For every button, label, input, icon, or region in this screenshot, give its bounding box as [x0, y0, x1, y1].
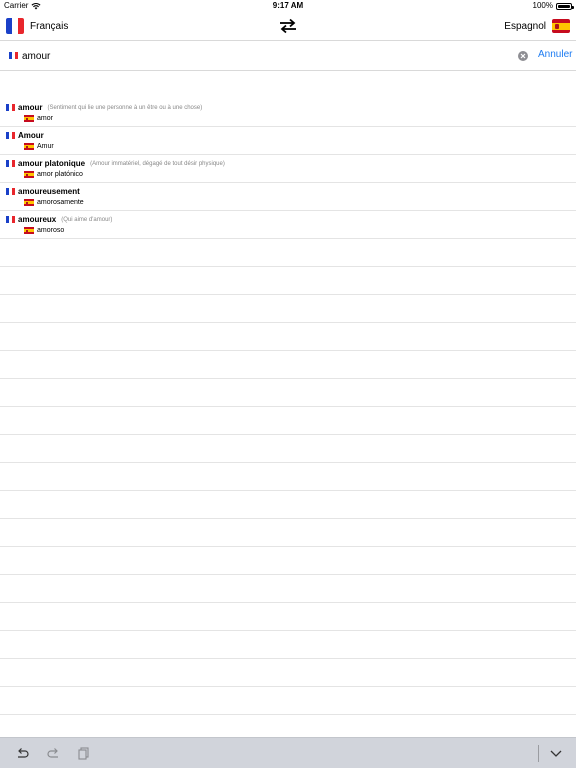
source-entry: amour (Sentiment qui lie une personne à … — [6, 103, 202, 112]
empty-row — [0, 687, 576, 715]
translation-entry: amoroso — [24, 227, 64, 234]
search-bar: Annuler — [0, 41, 576, 71]
empty-row — [0, 491, 576, 519]
source-language-label: Français — [30, 20, 69, 32]
undo-icon[interactable] — [16, 746, 30, 760]
spain-flag-icon — [552, 19, 570, 33]
cancel-button[interactable]: Annuler — [538, 49, 572, 60]
translation-entry: amor — [24, 115, 53, 122]
status-time: 9:17 AM — [272, 1, 304, 10]
spain-flag-icon — [24, 227, 34, 234]
list-item[interactable]: amour (Sentiment qui lie une personne à … — [0, 99, 576, 127]
clear-circle-icon[interactable] — [518, 51, 528, 61]
translation-entry: amor platónico — [24, 171, 83, 178]
empty-row — [0, 379, 576, 407]
entry-word: Amour — [18, 131, 44, 140]
entry-word: amour — [18, 103, 43, 112]
france-flag-icon — [9, 52, 18, 59]
empty-row — [0, 407, 576, 435]
battery-icon — [556, 2, 574, 10]
translation-entry: amorosamente — [24, 199, 84, 206]
empty-row — [0, 435, 576, 463]
swap-arrows-icon[interactable] — [279, 17, 297, 35]
spain-flag-icon — [24, 199, 34, 206]
source-entry: amoureusement — [6, 187, 85, 196]
source-language-button[interactable]: Français — [6, 16, 68, 36]
paste-icon[interactable] — [77, 746, 91, 760]
entry-word: amoureusement — [18, 187, 80, 196]
close-icon — [520, 53, 526, 59]
france-flag-icon — [6, 188, 15, 195]
entry-gloss: (Amour immatériel, dégagé de tout désir … — [90, 160, 225, 167]
spain-flag-icon — [24, 171, 34, 178]
entry-translation: amor platónico — [37, 171, 83, 178]
language-bar: Français Espagnol — [0, 12, 576, 41]
source-entry: amoureux (Qui aime d'amour) — [6, 215, 112, 224]
app-window: Carrier 9:17 AM 100% Français Espagnol a… — [0, 0, 576, 768]
empty-row — [0, 547, 576, 575]
entry-word: amour platonique — [18, 159, 86, 168]
entry-translation: amoroso — [37, 227, 65, 234]
empty-row — [0, 295, 576, 323]
entry-translation: amorosamente — [37, 199, 84, 206]
status-bar: Carrier 9:17 AM 100% — [0, 0, 576, 12]
search-input[interactable] — [22, 48, 502, 64]
entry-word: amoureux — [18, 215, 57, 224]
keyboard-toolbar — [0, 737, 576, 768]
empty-row — [0, 519, 576, 547]
status-right: 100% — [532, 0, 574, 12]
spain-flag-icon — [24, 143, 34, 150]
chevron-down-icon[interactable] — [549, 746, 563, 760]
entry-translation: Amur — [37, 143, 54, 150]
list-item[interactable]: amoureusement amorosamente — [0, 183, 576, 211]
target-language-button[interactable]: Espagnol — [504, 16, 570, 36]
list-item[interactable]: amour platonique (Amour immatériel, déga… — [0, 155, 576, 183]
empty-row — [0, 323, 576, 351]
list-item[interactable]: amoureux (Qui aime d'amour) amoroso — [0, 211, 576, 239]
empty-row — [0, 463, 576, 491]
translation-entry: Amur — [24, 143, 54, 150]
results-list: amour (Sentiment qui lie une personne à … — [0, 99, 576, 715]
entry-gloss: (Qui aime d'amour) — [61, 216, 113, 223]
france-flag-icon — [6, 160, 15, 167]
france-flag-icon — [6, 132, 15, 139]
entry-translation: amor — [37, 115, 53, 122]
france-flag-icon — [6, 216, 15, 223]
source-entry: amour platonique (Amour immatériel, déga… — [6, 159, 225, 168]
empty-row — [0, 351, 576, 379]
spain-flag-icon — [24, 115, 34, 122]
empty-row — [0, 631, 576, 659]
empty-row — [0, 267, 576, 295]
france-flag-icon — [6, 104, 15, 111]
france-flag-icon — [6, 18, 24, 34]
redo-icon[interactable] — [46, 746, 60, 760]
list-item[interactable]: Amour Amur — [0, 127, 576, 155]
target-language-label: Espagnol — [504, 20, 546, 32]
empty-row — [0, 603, 576, 631]
empty-row — [0, 239, 576, 267]
toolbar-divider — [538, 745, 539, 762]
empty-row — [0, 575, 576, 603]
source-entry: Amour — [6, 131, 49, 140]
battery-percent: 100% — [532, 1, 553, 10]
empty-row — [0, 659, 576, 687]
entry-gloss: (Sentiment qui lie une personne à un êtr… — [47, 104, 203, 111]
